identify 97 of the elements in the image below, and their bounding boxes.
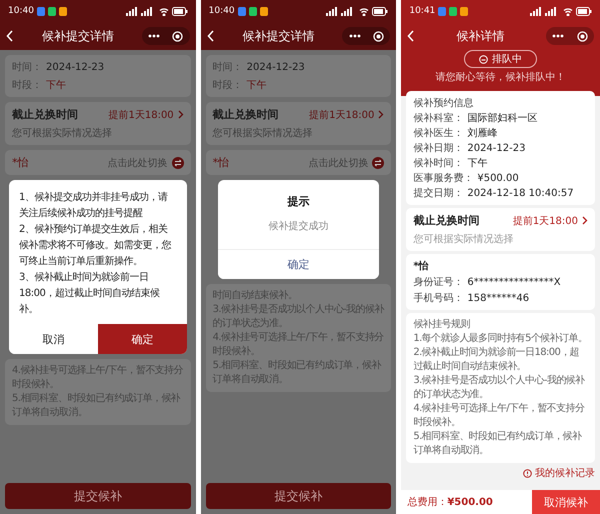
dialog-message: 候补提交成功	[268, 220, 330, 234]
rule-text: 3.候补挂号是否成功以个人中心-我的候补的订单状态为准。	[413, 374, 586, 402]
field-label: 医事服务费：	[413, 172, 474, 185]
more-icon[interactable]	[348, 34, 361, 38]
info-icon	[523, 468, 532, 478]
field-label: 时段：	[12, 78, 42, 92]
field-value: 2024-12-23	[246, 62, 305, 72]
rule-text: 2.候补截止时间为就诊前一日18:00，超过截止时间自动结束候补。	[413, 346, 580, 374]
swap-icon[interactable]	[372, 156, 384, 168]
capsule-menu[interactable]	[142, 27, 190, 45]
chevron-right-icon	[582, 216, 588, 225]
page-title: 候补提交详情	[242, 28, 316, 44]
patient-name: *怡	[12, 155, 30, 170]
field-value: 下午	[467, 157, 488, 170]
close-icon[interactable]	[172, 30, 184, 42]
field-value: 2024-12-18 10:40:57	[467, 188, 574, 198]
rules-title: 候补挂号规则	[413, 318, 471, 332]
submit-button[interactable]: 提交候补	[5, 483, 191, 509]
back-icon[interactable]	[6, 30, 14, 42]
close-icon[interactable]	[373, 30, 384, 42]
deadline-card[interactable]: 截止兑换时间 提前1天18:00 您可根据实际情况选择	[5, 102, 191, 145]
field-value: 国际部妇科一区	[467, 112, 538, 125]
field-value: 2024-12-23	[467, 142, 526, 154]
patient-name: *怡	[212, 155, 230, 170]
dialog-paragraph: 1、候补提交成功并非挂号成功，请关注后续候补成功的挂号提醒	[19, 190, 168, 221]
rule-text: 1.每个就诊人最多同时持有5个候补订单。	[413, 332, 588, 346]
more-icon[interactable]	[552, 34, 564, 38]
page-title: 候补提交详情	[40, 28, 115, 44]
total-value: ¥500.00	[447, 496, 494, 508]
dialog-title: 提示	[286, 194, 310, 209]
deadline-card[interactable]: 截止兑换时间 提前1天18:00 您可根据实际情况选择	[406, 208, 595, 251]
deadline-value: 提前1天18:00	[108, 108, 174, 122]
field-value: 刘雁峰	[467, 126, 498, 140]
deadline-hint: 您可根据实际情况选择	[413, 232, 514, 246]
wifi-icon	[563, 6, 573, 16]
field-label: 时段：	[212, 78, 243, 92]
field-value: ¥500.00	[477, 172, 519, 184]
deadline-hint: 您可根据实际情况选择	[12, 126, 113, 140]
deadline-hint: 您可根据实际情况选择	[212, 126, 314, 140]
total-label: 总费用：	[406, 496, 448, 509]
field-value: 下午	[246, 79, 267, 92]
submit-button[interactable]: 提交候补	[206, 483, 392, 509]
field-label: 候补科室：	[413, 112, 464, 125]
capsule-menu[interactable]	[342, 27, 390, 45]
battery-icon	[172, 6, 188, 16]
deadline-value: 提前1天18:00	[512, 214, 578, 228]
app-icons	[238, 6, 268, 16]
field-label: 候补医生：	[413, 126, 464, 140]
capsule-menu[interactable]	[546, 27, 594, 45]
status-time: 10:40	[208, 6, 235, 16]
chevron-right-icon	[178, 110, 184, 119]
app-icons	[438, 6, 468, 16]
field-label: 手机号码：	[413, 292, 464, 305]
patient-name: *怡	[413, 260, 430, 273]
back-icon[interactable]	[206, 30, 215, 42]
wait-message: 请您耐心等待，候补排队中！	[436, 70, 566, 85]
switch-hint: 点击此处切换	[108, 156, 168, 170]
field-value: 6****************X	[467, 276, 561, 288]
records-link[interactable]: 我的候补记录	[523, 466, 595, 480]
more-icon[interactable]	[148, 34, 160, 38]
queue-icon	[479, 54, 488, 64]
field-label: 时间：	[212, 60, 243, 74]
cancel-button[interactable]: 取消候补	[532, 490, 600, 514]
ok-button[interactable]: 确定	[218, 249, 380, 279]
status-time: 10:41	[409, 6, 436, 16]
app-icons	[36, 6, 67, 16]
field-label: 候补时间：	[413, 156, 464, 170]
field-value: 下午	[46, 79, 66, 92]
field-label: 时间：	[12, 60, 42, 74]
field-label: 身份证号：	[413, 276, 464, 289]
switch-hint: 点击此处切换	[308, 156, 368, 170]
wifi-icon	[359, 6, 370, 16]
field-label: 候补日期：	[413, 142, 464, 155]
page-title: 候补详情	[456, 28, 506, 44]
chevron-right-icon	[378, 110, 384, 119]
rule-text: 5.相同科室、时段如已有约成订单，候补订单将自动取消。	[413, 430, 583, 458]
field-value: 2024-12-23	[46, 62, 104, 72]
swap-icon[interactable]	[172, 156, 184, 168]
deadline-title: 截止兑换时间	[212, 107, 280, 122]
deadline-title: 截止兑换时间	[413, 213, 480, 228]
deadline-value: 提前1天18:00	[309, 108, 374, 122]
dialog-paragraph: 2、候补预约订单提交生效后，相关候补需求将不可修改。如需变更，您可终止当前订单后重新操作。	[19, 222, 172, 269]
field-value: 158******46	[467, 292, 530, 304]
confirm-button[interactable]: 确定	[98, 324, 187, 354]
status-time: 10:40	[8, 6, 34, 16]
close-icon[interactable]	[576, 30, 588, 42]
dialog-paragraph: 3、候补截止时间为就诊前一日18:00，超过截止时间自动结束候补。	[19, 270, 160, 317]
deadline-title: 截止兑换时间	[12, 107, 79, 122]
back-icon[interactable]	[407, 30, 416, 42]
status-label: 排队中	[492, 52, 522, 66]
deadline-card[interactable]: 截止兑换时间 提前1天18:00 您可根据实际情况选择	[206, 102, 392, 145]
battery-icon	[372, 6, 388, 16]
battery-icon	[576, 6, 592, 16]
wifi-icon	[158, 6, 169, 16]
card-title: 候补预约信息	[413, 96, 474, 110]
rule-text: 4.候补挂号可选择上午/下午，暂不支持分时段候补。	[413, 402, 586, 430]
field-label: 提交日期：	[413, 186, 464, 200]
